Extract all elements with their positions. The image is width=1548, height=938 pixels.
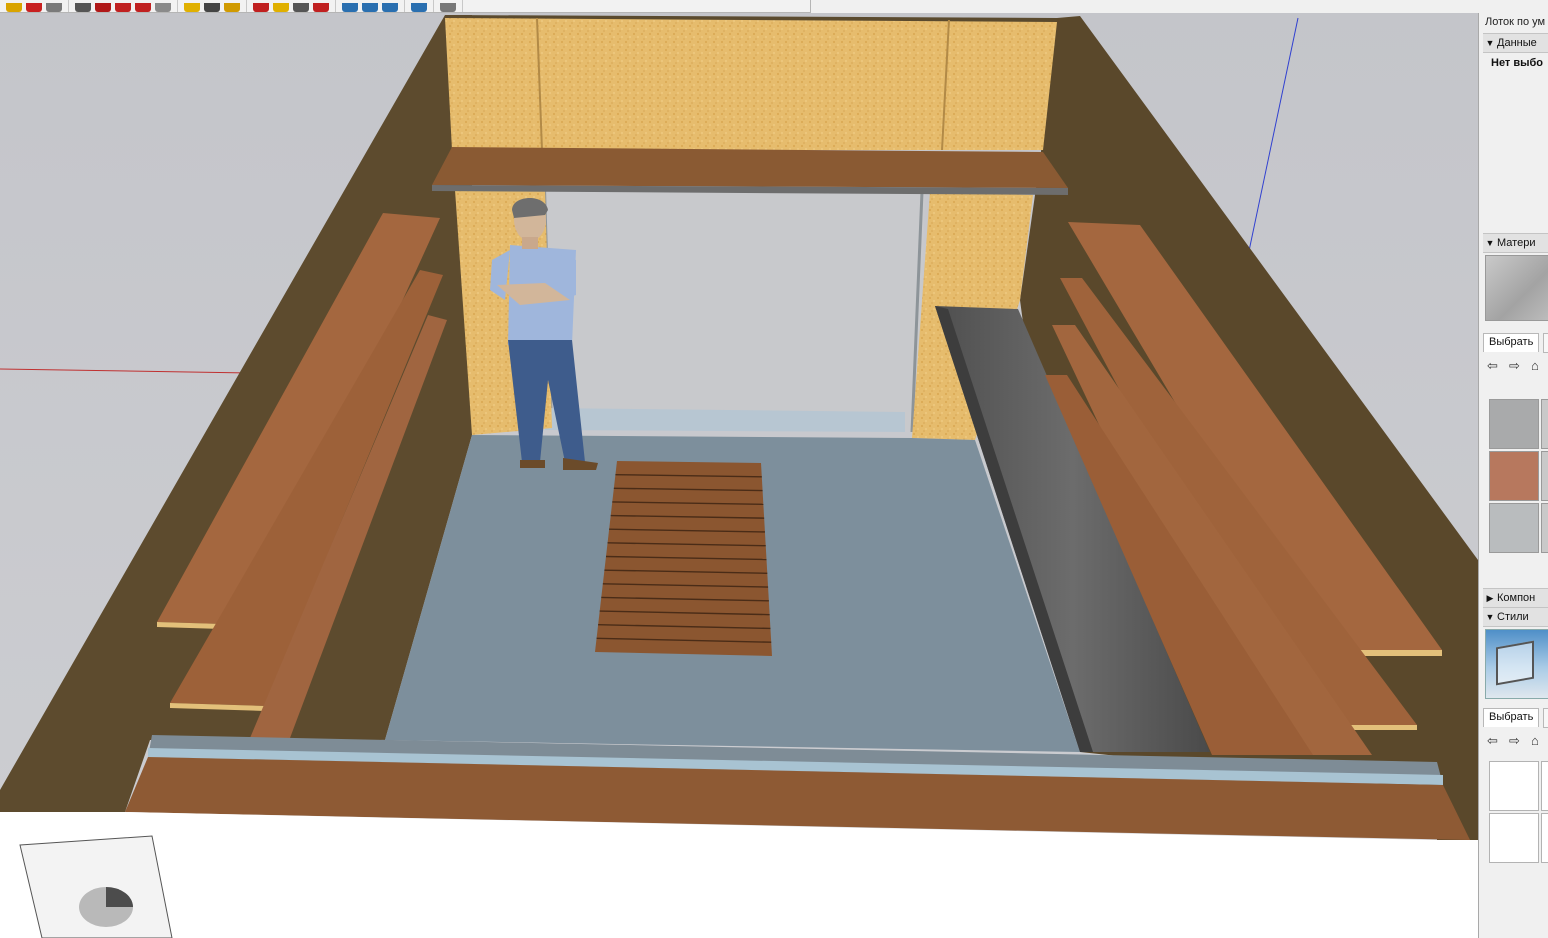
no-selection-text: Нет выбо (1491, 57, 1544, 69)
toolbar-group (178, 0, 247, 12)
rotate-icon[interactable] (135, 3, 151, 12)
styles-label: Стили (1497, 611, 1529, 623)
back-icon[interactable]: ⇦ (1487, 734, 1501, 748)
material-preview (1485, 255, 1548, 321)
material-swatch[interactable] (1489, 503, 1539, 553)
entity-info-panel-header[interactable]: ▼ Данные (1483, 33, 1548, 53)
material-swatch[interactable] (1541, 399, 1548, 449)
material-swatch[interactable] (1541, 451, 1548, 501)
share-model-icon[interactable] (362, 3, 378, 12)
styles-edit-tab[interactable] (1543, 708, 1548, 728)
top-shelf (432, 147, 1068, 188)
model-scene[interactable] (0, 13, 1478, 938)
components-label: Компон (1497, 592, 1536, 604)
default-tray: Лоток по ум ▼ Данные Нет выбо ▼ Матери Выб… (1478, 13, 1548, 938)
doorway-opening (540, 188, 925, 430)
styles-select-tab[interactable]: Выбрать (1483, 708, 1540, 727)
style-preview (1485, 629, 1548, 699)
entity-info-label: Данные (1497, 37, 1537, 49)
styles-nav: ⇦ ⇨ ⌂ (1487, 734, 1545, 750)
toolbar-group (336, 0, 405, 12)
style-thumbnail[interactable] (1541, 761, 1548, 811)
materials-label: Матери (1497, 237, 1536, 249)
scale-icon[interactable] (155, 3, 171, 12)
forward-icon[interactable]: ⇨ (1509, 359, 1523, 373)
style-thumbnail[interactable] (1489, 761, 1539, 811)
dimension-icon[interactable] (204, 3, 220, 12)
main-toolbar (0, 0, 811, 13)
collapse-triangle-icon: ▶ (1486, 593, 1494, 603)
pencil-icon[interactable] (6, 3, 22, 12)
materials-edit-tab[interactable] (1543, 333, 1548, 353)
pan-icon[interactable] (273, 3, 289, 12)
3d-viewport[interactable] (0, 13, 1478, 938)
components-panel-header[interactable]: ▶ Компон (1483, 588, 1548, 608)
push-pull-icon[interactable] (115, 3, 131, 12)
style-cube-icon (1496, 640, 1534, 686)
materials-panel-header[interactable]: ▼ Матери (1483, 233, 1548, 253)
material-swatch[interactable] (1489, 451, 1539, 501)
styles-panel-header[interactable]: ▼ Стили (1483, 607, 1548, 627)
home-icon[interactable]: ⌂ (1531, 734, 1545, 748)
expand-triangle-icon: ▼ (1485, 238, 1495, 248)
toolbar-group (434, 0, 463, 12)
orbit-icon[interactable] (253, 3, 269, 12)
material-swatch[interactable] (1489, 399, 1539, 449)
extension-warehouse-icon[interactable] (411, 3, 427, 12)
materials-select-tab[interactable]: Выбрать (1483, 333, 1540, 352)
toolbar-group (247, 0, 336, 12)
forward-icon[interactable]: ⇨ (1509, 734, 1523, 748)
move-icon[interactable] (95, 3, 111, 12)
zoom-icon[interactable] (293, 3, 309, 12)
toolbar-group (405, 0, 434, 12)
toolbar-group (69, 0, 178, 12)
back-icon[interactable]: ⇦ (1487, 359, 1501, 373)
expand-triangle-icon: ▼ (1485, 612, 1495, 622)
home-icon[interactable]: ⌂ (1531, 359, 1545, 373)
expand-triangle-icon: ▼ (1485, 38, 1495, 48)
tray-title: Лоток по ум (1485, 16, 1546, 28)
paint-bucket-icon[interactable] (75, 3, 91, 12)
materials-nav: ⇦ ⇨ ⌂ (1487, 359, 1545, 375)
line-icon[interactable] (26, 3, 42, 12)
tape-measure-icon[interactable] (184, 3, 200, 12)
style-thumbnail[interactable] (1541, 813, 1548, 863)
toolbar-group (0, 0, 69, 12)
zoom-extents-icon[interactable] (313, 3, 329, 12)
warehouse-icon[interactable] (342, 3, 358, 12)
get-models-icon[interactable] (382, 3, 398, 12)
style-thumbnail[interactable] (1489, 813, 1539, 863)
help-icon[interactable] (440, 3, 456, 12)
eraser-icon[interactable] (46, 3, 62, 12)
material-swatch[interactable] (1541, 503, 1548, 553)
protractor-icon[interactable] (224, 3, 240, 12)
